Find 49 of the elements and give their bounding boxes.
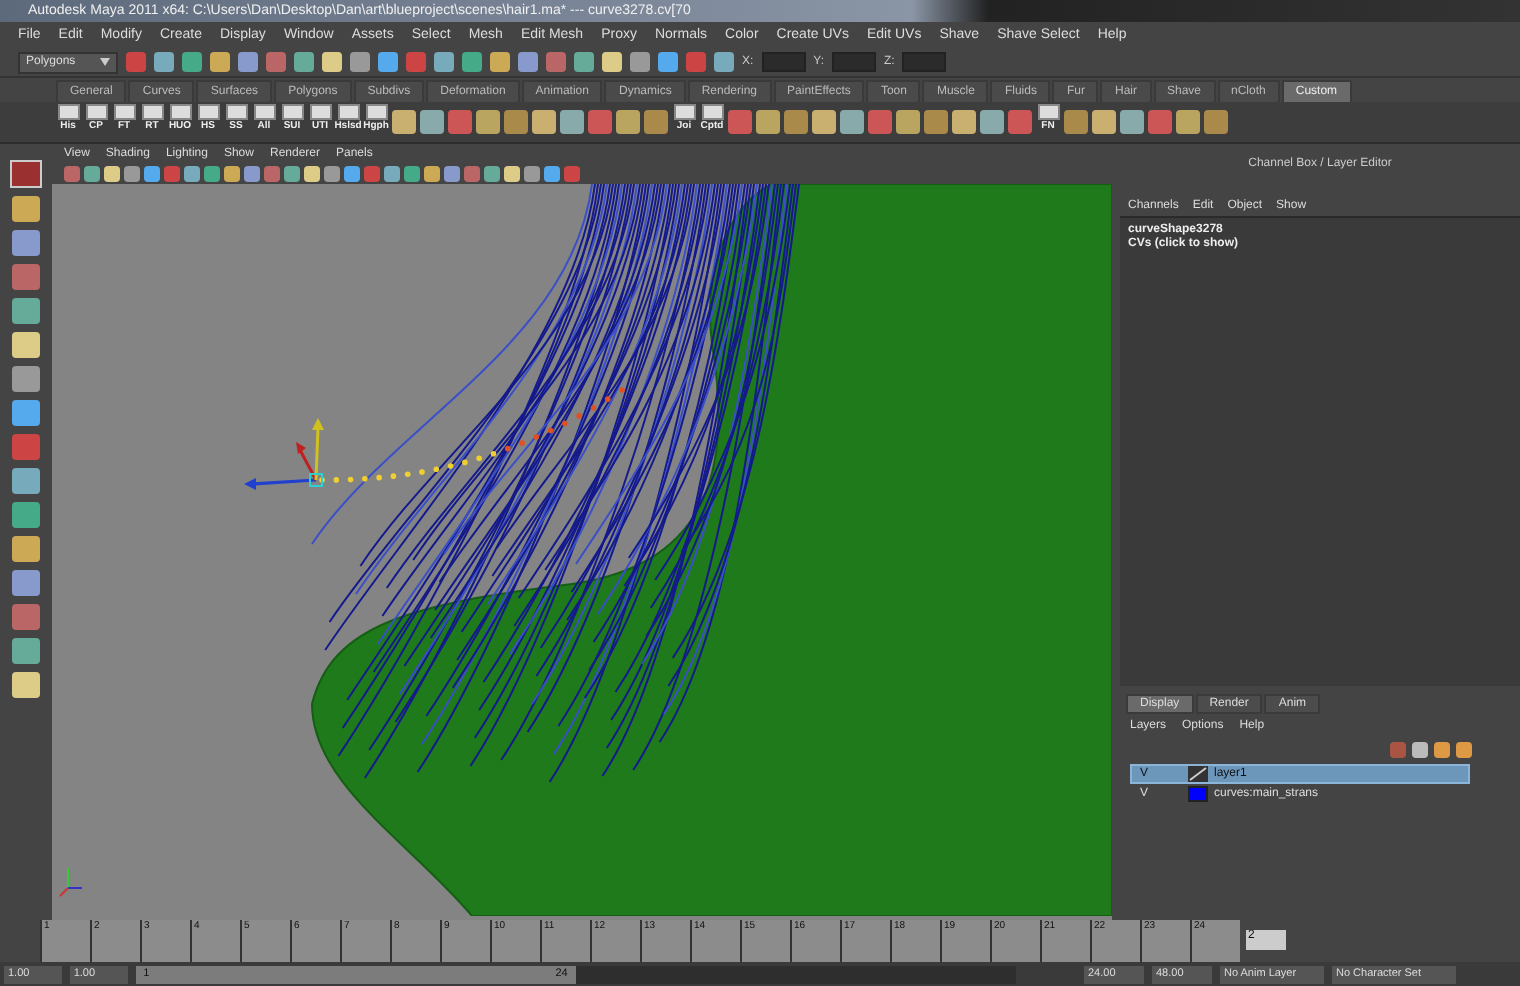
shelf-tool-icon[interactable] [728,110,752,134]
shelf-tool-icon[interactable] [392,110,416,134]
shelf-tool-icon[interactable] [1148,110,1172,134]
shelf-tool-icon[interactable] [644,110,668,134]
tool-icon[interactable] [12,468,40,494]
shelf-tool-icon[interactable] [588,110,612,134]
shelf-tool-icon[interactable] [812,110,836,134]
tool-icon[interactable] [12,638,40,664]
shelf-tool-icon[interactable] [1008,110,1032,134]
shelf-tool-icon[interactable] [420,110,444,134]
shelf-tool-icon[interactable] [476,110,500,134]
coordinate-field[interactable] [761,52,806,72]
shelf-tool-icon[interactable] [560,110,584,134]
tool-icon[interactable] [12,298,40,324]
coordinate-field[interactable] [902,52,947,72]
shelf-tool-icon[interactable] [952,110,976,134]
tool-icon[interactable] [12,434,40,460]
shelf-tool-icon[interactable] [532,110,556,134]
shelf-tool-icon[interactable] [980,110,1004,134]
axis-indicator-icon [59,867,83,897]
tool-icon[interactable] [12,570,40,596]
tool-icon[interactable] [12,536,40,562]
select-tool-icon[interactable] [10,160,42,188]
shelf-tool-icon[interactable] [1176,110,1200,134]
shelf-tool-icon[interactable] [1204,110,1228,134]
shelf-tool-icon[interactable] [448,110,472,134]
shelf-tool-icon[interactable] [1120,110,1144,134]
shelf-tool-icon[interactable] [1064,110,1088,134]
tool-icon[interactable] [12,604,40,630]
shelf-tool-icon[interactable] [896,110,920,134]
shelf-tool-icon[interactable] [840,110,864,134]
tool-icon[interactable] [12,264,40,290]
tool-icon[interactable] [12,502,40,528]
tool-icon[interactable] [12,230,40,256]
shelf-tool-icon[interactable] [504,110,528,134]
shelf-tool-icon[interactable] [1092,110,1116,134]
shelf-tool-icon[interactable] [616,110,640,134]
tool-icon[interactable] [12,672,40,698]
shelf-tool-icon[interactable] [784,110,808,134]
move-manipulator-icon [244,418,324,490]
caret-icon [100,58,110,66]
shelf-tool-icon[interactable] [756,110,780,134]
coordinate-field[interactable] [832,52,877,72]
no-color-swatch-icon [1188,766,1208,782]
shelf-tool-icon[interactable] [868,110,892,134]
tool-icon[interactable] [12,400,40,426]
tool-icon[interactable] [12,332,40,358]
tool-icon[interactable] [12,366,40,392]
shelf-tool-icon[interactable] [924,110,948,134]
